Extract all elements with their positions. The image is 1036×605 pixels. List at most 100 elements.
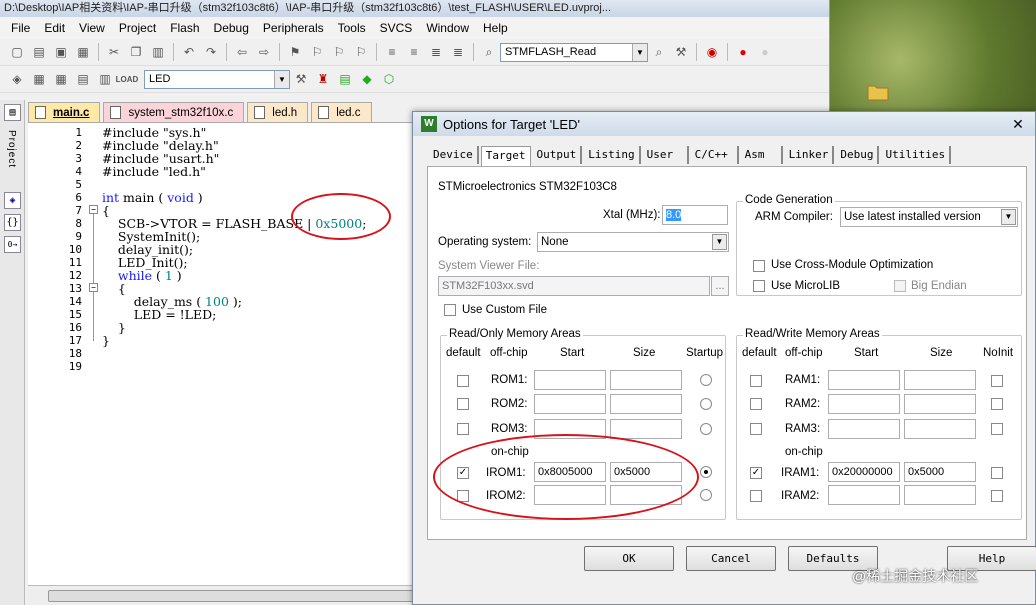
- irom1-default-checkbox[interactable]: ✓: [457, 467, 469, 479]
- target-combo[interactable]: LED ▼: [144, 69, 290, 89]
- ram2-start-input[interactable]: [828, 394, 900, 414]
- tab-debug[interactable]: Debug: [836, 146, 880, 164]
- cross-module-checkbox[interactable]: [753, 260, 765, 272]
- scrollbar-thumb[interactable]: [48, 590, 428, 602]
- svf-input[interactable]: STM32F103xx.svd: [438, 276, 710, 296]
- breakpoint-icon[interactable]: ●: [732, 41, 754, 63]
- menu-peripherals[interactable]: Peripherals: [256, 17, 331, 39]
- download-icon[interactable]: LOAD: [116, 68, 139, 90]
- tab-listing[interactable]: Listing: [584, 146, 641, 164]
- chevron-down-icon[interactable]: ▼: [1001, 209, 1016, 225]
- cancel-button[interactable]: Cancel: [686, 546, 776, 571]
- tab-utilities[interactable]: Utilities: [881, 146, 952, 164]
- irom1-startup-radio[interactable]: [700, 466, 712, 478]
- ram1-start-input[interactable]: [828, 370, 900, 390]
- rom2-size-input[interactable]: [610, 394, 682, 414]
- menu-window[interactable]: Window: [419, 17, 476, 39]
- rom2-start-input[interactable]: [534, 394, 606, 414]
- translate-icon[interactable]: ◈: [6, 68, 28, 90]
- ram1-default-checkbox[interactable]: [750, 375, 762, 387]
- rom1-default-checkbox[interactable]: [457, 375, 469, 387]
- project-tab-label[interactable]: Project: [6, 130, 17, 168]
- indent-icon[interactable]: ≡: [381, 41, 403, 63]
- irom2-start-input[interactable]: [534, 485, 606, 505]
- target-options-icon[interactable]: ⚒: [290, 68, 312, 90]
- rom3-start-input[interactable]: [534, 419, 606, 439]
- iram1-size-input[interactable]: 0x5000: [904, 462, 976, 482]
- templates-icon[interactable]: 0→: [4, 236, 21, 253]
- tab-asm[interactable]: Asm: [741, 146, 783, 164]
- ram3-default-checkbox[interactable]: [750, 423, 762, 435]
- rom3-size-input[interactable]: [610, 419, 682, 439]
- run-time-env-icon[interactable]: ⬡: [378, 68, 400, 90]
- iram2-noinit-checkbox[interactable]: [991, 490, 1003, 502]
- comment-icon[interactable]: ≣: [425, 41, 447, 63]
- irom1-size-input[interactable]: 0x5000: [610, 462, 682, 482]
- menu-edit[interactable]: Edit: [37, 17, 72, 39]
- batch-build-icon[interactable]: ▤: [72, 68, 94, 90]
- bookmark-next-icon[interactable]: ⚐: [328, 41, 350, 63]
- os-select[interactable]: None ▼: [537, 232, 729, 252]
- iram2-start-input[interactable]: [828, 485, 900, 505]
- menu-flash[interactable]: Flash: [163, 17, 206, 39]
- bookmark-icon[interactable]: ⚑: [284, 41, 306, 63]
- menu-svcs[interactable]: SVCS: [373, 17, 420, 39]
- books-icon[interactable]: ◈: [4, 192, 21, 209]
- breakpoint-disabled-icon[interactable]: ●: [754, 41, 776, 63]
- rom3-startup-radio[interactable]: [700, 423, 712, 435]
- fold-toggle[interactable]: −: [89, 283, 98, 292]
- paste-icon[interactable]: ▥: [147, 41, 169, 63]
- chevron-down-icon[interactable]: ▼: [274, 70, 289, 88]
- iram1-noinit-checkbox[interactable]: [991, 467, 1003, 479]
- menu-tools[interactable]: Tools: [331, 17, 373, 39]
- ram3-noinit-checkbox[interactable]: [991, 423, 1003, 435]
- folder-icon[interactable]: [866, 80, 890, 104]
- iram1-default-checkbox[interactable]: ✓: [750, 467, 762, 479]
- irom1-start-input[interactable]: 0x8005000: [534, 462, 606, 482]
- tab-device[interactable]: Device: [429, 146, 479, 164]
- rom3-default-checkbox[interactable]: [457, 423, 469, 435]
- microlib-checkbox[interactable]: [753, 280, 765, 292]
- iram1-start-input[interactable]: 0x20000000: [828, 462, 900, 482]
- undo-icon[interactable]: ↶: [178, 41, 200, 63]
- tab-user[interactable]: User: [643, 146, 689, 164]
- new-file-icon[interactable]: ▢: [6, 41, 28, 63]
- chevron-down-icon[interactable]: ▼: [712, 234, 727, 250]
- irom2-default-checkbox[interactable]: [457, 490, 469, 502]
- incremental-find-icon[interactable]: ⚒: [670, 41, 692, 63]
- debug-start-icon[interactable]: ◉: [701, 41, 723, 63]
- ram2-noinit-checkbox[interactable]: [991, 398, 1003, 410]
- project-window-icon[interactable]: ▤: [4, 104, 21, 121]
- chevron-down-icon[interactable]: ▼: [632, 43, 647, 61]
- tab-led-c[interactable]: led.c: [311, 102, 372, 122]
- rom1-start-input[interactable]: [534, 370, 606, 390]
- iram2-size-input[interactable]: [904, 485, 976, 505]
- close-icon[interactable]: ✕: [1009, 115, 1027, 133]
- functions-icon[interactable]: {}: [4, 214, 21, 231]
- stop-build-icon[interactable]: ▥: [94, 68, 116, 90]
- svf-browse-button[interactable]: ...: [711, 276, 729, 296]
- tab-output[interactable]: Output: [533, 146, 583, 164]
- tab-target[interactable]: Target: [480, 146, 531, 166]
- redo-icon[interactable]: ↷: [200, 41, 222, 63]
- menu-view[interactable]: View: [72, 17, 112, 39]
- nav-forward-icon[interactable]: ⇨: [253, 41, 275, 63]
- rom2-startup-radio[interactable]: [700, 398, 712, 410]
- ram3-size-input[interactable]: [904, 419, 976, 439]
- tab-linker[interactable]: Linker: [785, 146, 835, 164]
- tab-led-h[interactable]: led.h: [247, 102, 309, 122]
- ram2-size-input[interactable]: [904, 394, 976, 414]
- fold-toggle[interactable]: −: [89, 205, 98, 214]
- rebuild-icon[interactable]: ▦: [50, 68, 72, 90]
- manage-components-icon[interactable]: ♜: [312, 68, 334, 90]
- file-extensions-icon[interactable]: ▤: [334, 68, 356, 90]
- bookmark-clear-icon[interactable]: ⚐: [350, 41, 372, 63]
- tab-c-cpp[interactable]: C/C++: [691, 146, 739, 164]
- big-endian-checkbox[interactable]: [894, 280, 906, 292]
- unindent-icon[interactable]: ≡: [403, 41, 425, 63]
- menu-help[interactable]: Help: [476, 17, 515, 39]
- build-icon[interactable]: ▦: [28, 68, 50, 90]
- custom-file-checkbox[interactable]: [444, 304, 456, 316]
- iram2-default-checkbox[interactable]: [750, 490, 762, 502]
- menu-debug[interactable]: Debug: [207, 17, 256, 39]
